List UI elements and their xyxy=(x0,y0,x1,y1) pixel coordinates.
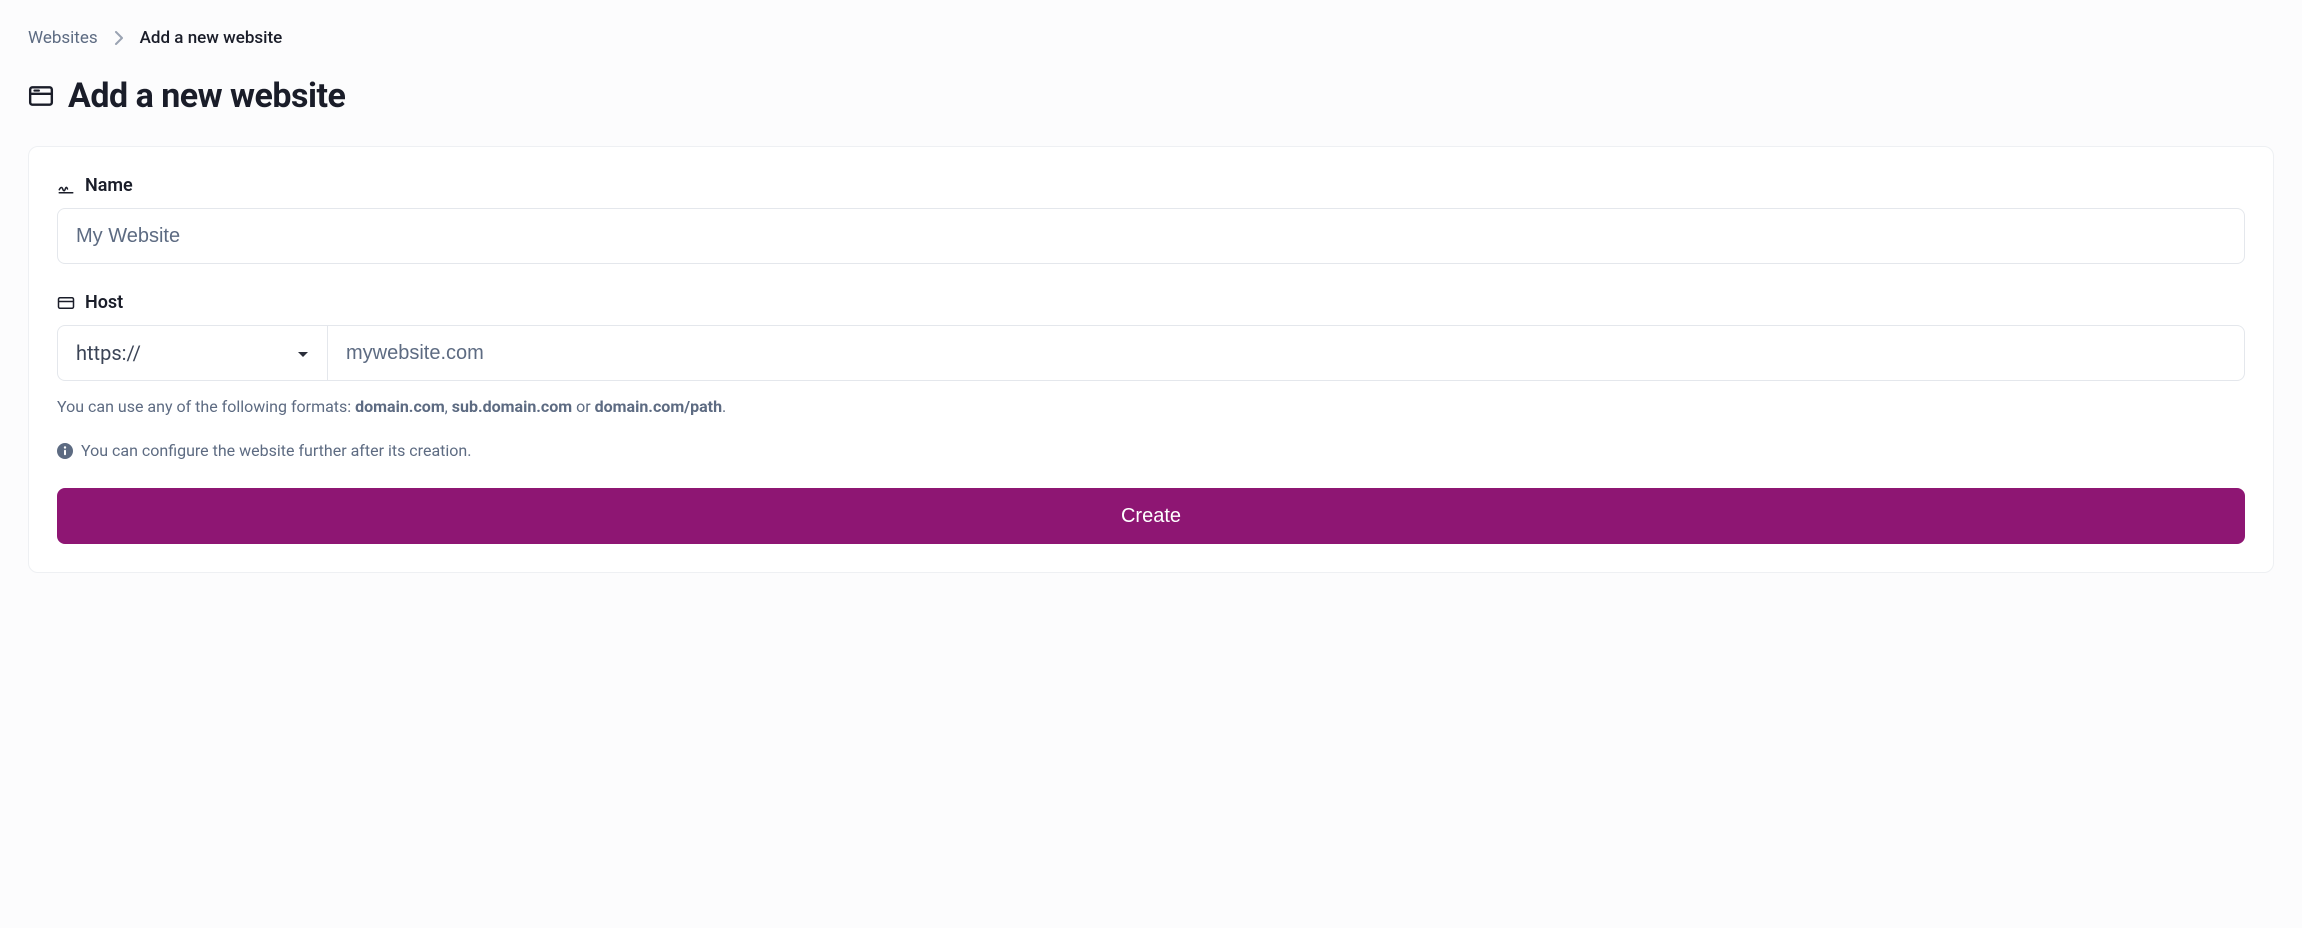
breadcrumb-link-websites[interactable]: Websites xyxy=(28,28,98,48)
browser-icon xyxy=(57,294,75,312)
info-text: You can configure the website further af… xyxy=(81,441,471,460)
name-input[interactable] xyxy=(57,208,2245,264)
name-label: Name xyxy=(85,175,133,196)
caret-down-icon xyxy=(297,344,309,363)
host-hint: You can use any of the following formats… xyxy=(57,395,2245,419)
info-row: You can configure the website further af… xyxy=(57,441,2245,460)
host-field-group: Host https:// You can use any of the fol… xyxy=(57,292,2245,419)
page-title: Add a new website xyxy=(68,76,345,116)
info-icon xyxy=(57,443,73,459)
website-icon xyxy=(28,83,54,109)
form-card: Name Host https:// You can use any xyxy=(28,146,2274,573)
protocol-selected-value: https:// xyxy=(76,341,297,365)
breadcrumb: Websites Add a new website xyxy=(28,28,2274,48)
chevron-right-icon xyxy=(114,31,124,45)
page-header: Add a new website xyxy=(28,76,2274,116)
breadcrumb-current: Add a new website xyxy=(140,28,283,48)
host-input[interactable] xyxy=(327,325,2245,381)
create-button[interactable]: Create xyxy=(57,488,2245,544)
name-field-group: Name xyxy=(57,175,2245,264)
host-label: Host xyxy=(85,292,123,313)
protocol-select[interactable]: https:// xyxy=(57,325,327,381)
signature-icon xyxy=(57,177,75,195)
